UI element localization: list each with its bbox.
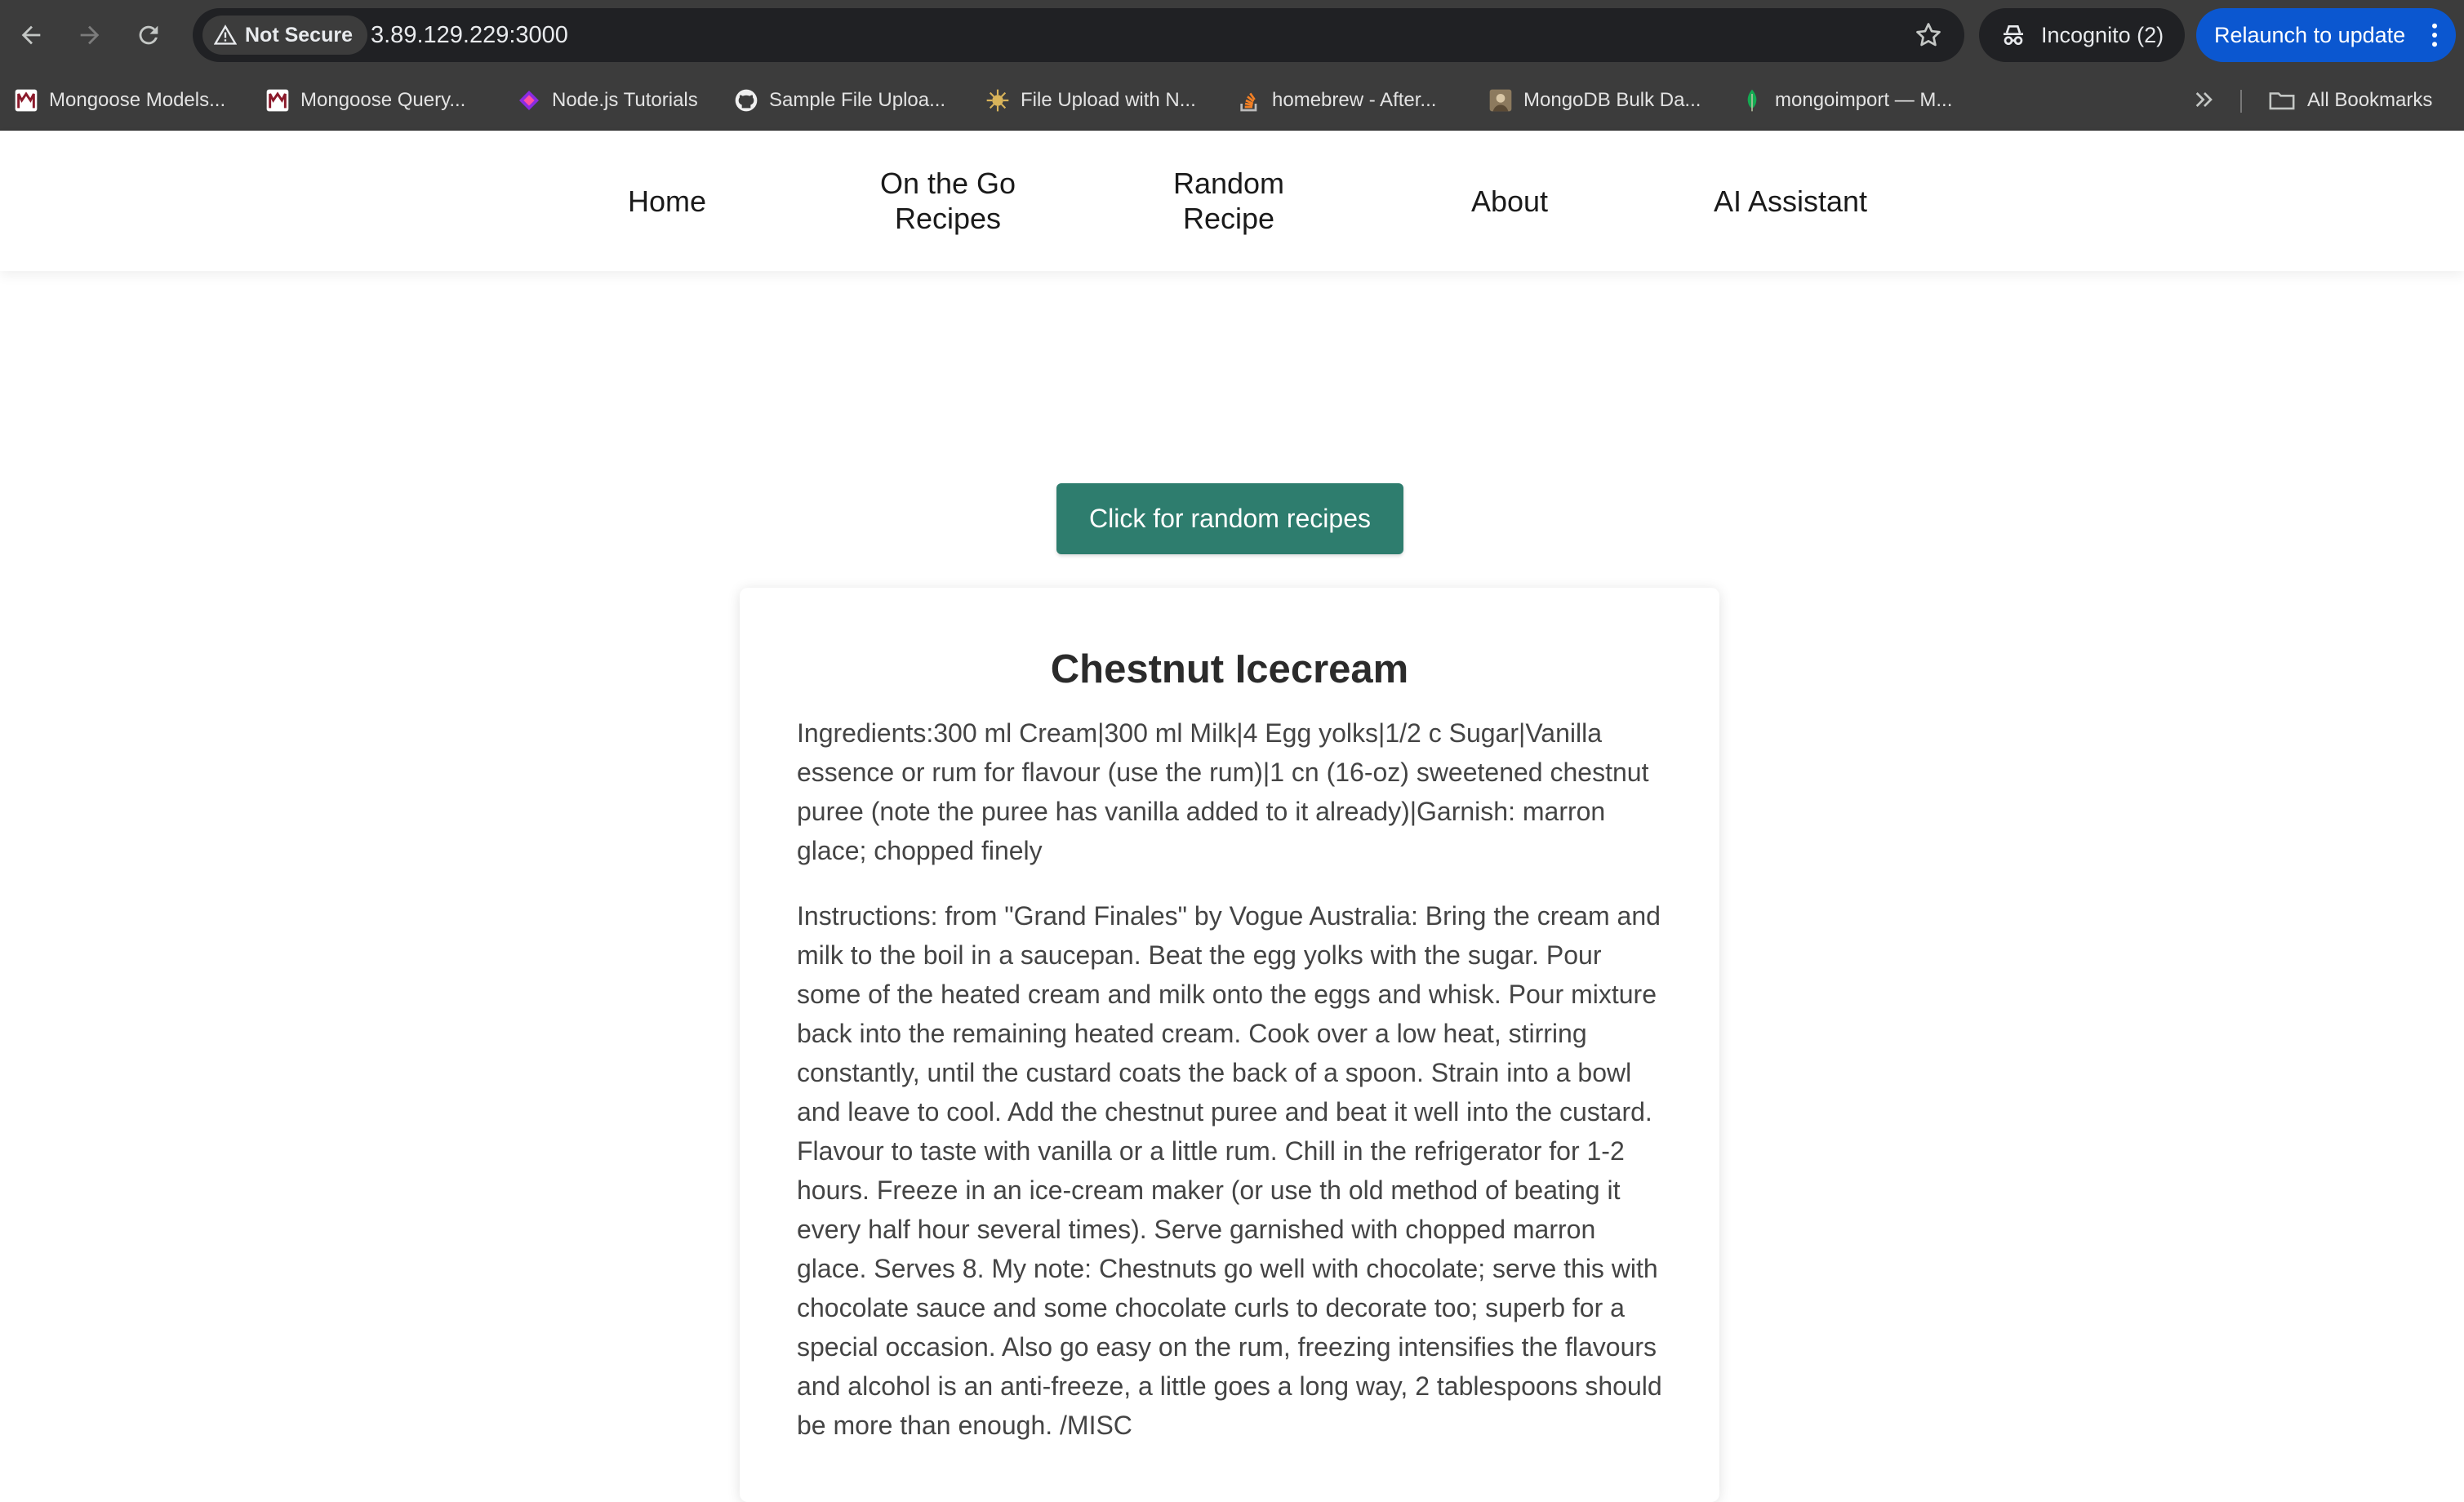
bookmark-item[interactable]: Node.js Tutorials [516, 85, 698, 116]
nav-link-home[interactable]: Home [527, 131, 807, 271]
reload-icon [139, 25, 158, 45]
bookmark-star-icon[interactable] [1914, 20, 1943, 50]
bookmark-item[interactable]: Sample File Uploa... [733, 85, 945, 116]
github-icon [733, 87, 759, 113]
stack-overflow-icon [1236, 87, 1262, 113]
nav-link-about[interactable]: About [1369, 131, 1650, 271]
back-button[interactable] [11, 16, 51, 55]
relaunch-button[interactable]: Relaunch to update [2196, 8, 2456, 62]
url-text[interactable]: 3.89.129.229:3000 [371, 8, 568, 62]
all-bookmarks-button[interactable]: All Bookmarks [2268, 85, 2432, 116]
forward-arrow-icon [80, 25, 100, 45]
warning-triangle-icon [214, 24, 237, 45]
bookmark-label: Node.js Tutorials [552, 89, 698, 111]
recipe-instructions: Instructions: from "Grand Finales" by Vo… [797, 901, 1662, 1440]
reload-button[interactable] [129, 16, 168, 55]
bookmark-item[interactable]: mongoimport — M... [1739, 85, 1952, 116]
mongodb-leaf-icon [1739, 87, 1765, 113]
browser-chrome: Not Secure 3.89.129.229:3000 Incognito (… [0, 0, 2464, 131]
site-navigation: Home On the Go Recipes Random Recipe Abo… [0, 131, 2464, 271]
nav-link-random-recipe[interactable]: Random Recipe [1088, 131, 1369, 271]
bookmark-item[interactable]: File Upload with N... [985, 85, 1196, 116]
mongoose-icon [13, 87, 39, 113]
bookmark-label: mongoimport — M... [1775, 89, 1953, 111]
bookmark-label: homebrew - After... [1272, 89, 1437, 111]
all-bookmarks-label: All Bookmarks [2307, 89, 2433, 111]
nav-link-on-the-go-recipes[interactable]: On the Go Recipes [807, 131, 1088, 271]
chevron-double-right-icon[interactable] [2191, 87, 2217, 113]
bookmark-label: Sample File Uploa... [769, 89, 946, 111]
random-recipes-button[interactable]: Click for random recipes [1056, 483, 1403, 554]
nav-link-label: Home [627, 184, 707, 218]
forward-button[interactable] [70, 16, 109, 55]
folder-icon [2269, 92, 2295, 110]
incognito-icon [2004, 25, 2023, 45]
nav-link-label: About [1470, 184, 1549, 218]
bookmarks-divider [2240, 90, 2242, 113]
address-bar[interactable]: Not Secure 3.89.129.229:3000 [193, 8, 1964, 62]
nav-link-label: Random Recipe [1172, 167, 1285, 235]
bookmark-item[interactable]: homebrew - After... [1236, 85, 1436, 116]
security-chip[interactable]: Not Secure [202, 16, 367, 55]
incognito-indicator[interactable]: Incognito (2) [1979, 8, 2185, 62]
recipe-ingredients: Ingredients:300 ml Cream|300 ml Milk|4 E… [797, 718, 1649, 865]
browser-toolbar: Not Secure 3.89.129.229:3000 Incognito (… [0, 0, 2464, 70]
bookmark-item[interactable]: MongoDB Bulk Da... [1488, 85, 1701, 116]
incognito-label: Incognito (2) [2041, 22, 2164, 47]
relaunch-label: Relaunch to update [2214, 22, 2406, 47]
bookmarks-bar: Mongoose Models... Mongoose Query... Nod… [0, 70, 2464, 131]
bookmark-item[interactable]: Mongoose Models... [13, 85, 225, 116]
bookmark-item[interactable]: Mongoose Query... [265, 85, 465, 116]
back-arrow-icon [21, 25, 41, 45]
nodejs-tutorials-icon [516, 87, 542, 113]
mongoose-icon [265, 87, 291, 113]
nav-link-label: AI Assistant [1713, 184, 1868, 218]
avatar-icon [1488, 87, 1514, 113]
nav-link-label: On the Go Recipes [879, 167, 1016, 235]
security-label: Not Secure [245, 23, 353, 47]
bookmark-label: MongoDB Bulk Da... [1523, 89, 1701, 111]
bookmark-label: File Upload with N... [1021, 89, 1196, 111]
recipe-card: Chestnut Icecream Ingredients:300 ml Cre… [740, 588, 1719, 1502]
recipe-title: Chestnut Icecream [1050, 647, 1409, 691]
bookmark-label: Mongoose Models... [49, 89, 226, 111]
kebab-menu-icon [2432, 23, 2437, 47]
bug-icon [985, 87, 1011, 113]
bookmark-label: Mongoose Query... [300, 89, 466, 111]
nav-link-ai-assistant[interactable]: AI Assistant [1650, 131, 1931, 271]
